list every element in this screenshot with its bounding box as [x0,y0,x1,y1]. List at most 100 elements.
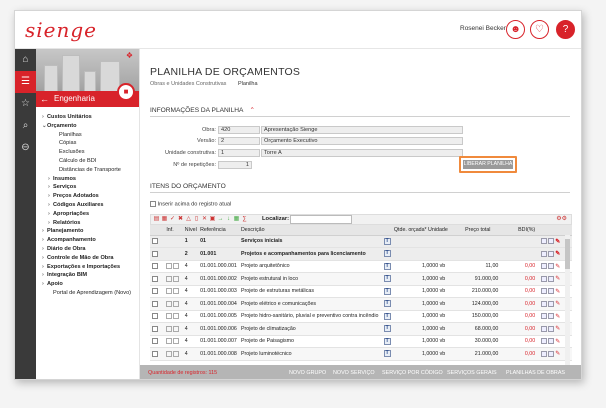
type-tag-icon[interactable]: T [383,337,391,345]
sidebar-item[interactable]: › Planejamento [42,227,139,236]
row-select-cell[interactable] [150,310,165,323]
row-checkbox[interactable] [152,338,158,345]
breadcrumb-parent[interactable]: Obras e Unidades Construtivas [150,81,226,87]
check-icon[interactable]: ✓ [169,216,176,223]
info-icon[interactable] [173,350,180,357]
sidebar-item[interactable]: ⌄Orçamento [42,122,139,131]
col-level[interactable]: Nível [182,225,199,236]
sidebar-item[interactable]: › Insumos [42,175,139,184]
sienge-logo[interactable]: sienge [25,18,97,42]
sidebar-item[interactable]: › Diário de Obra [42,245,139,254]
pencil-icon[interactable]: ✎ [555,251,560,257]
edit-icon[interactable] [541,313,548,320]
obra-code-field[interactable]: 420 [218,126,260,134]
info-icon[interactable] [173,300,180,307]
edit-icon[interactable] [541,250,548,257]
info-icon[interactable] [173,325,180,332]
info-icon[interactable] [166,288,173,295]
sidebar-item[interactable]: Portal de Aprendizagem (Novo) [42,289,139,298]
type-tag-icon[interactable]: T [383,325,391,333]
col-info[interactable]: Inf. [164,225,183,236]
tool-icon[interactable]: ∑ [241,216,248,223]
sidebar-item[interactable]: › Exportações e Importações [42,263,139,272]
works-sheets-button[interactable]: PLANILHAS DE OBRAS [506,370,565,376]
info-icon[interactable] [173,338,180,345]
row-select-cell[interactable] [150,335,165,348]
pencil-icon[interactable]: ✎ [555,326,560,332]
edit-icon[interactable] [541,325,548,332]
type-tag-icon[interactable]: T [383,312,391,320]
tool-icon[interactable]: ▣ [209,216,216,223]
row-select-cell[interactable] [150,347,165,361]
info-icon[interactable] [166,275,173,282]
copy-icon[interactable] [548,288,555,295]
versao-code-field[interactable]: 2 [218,137,260,145]
col-quantity-unit[interactable]: Qtde. orçada* Unidade [391,225,452,236]
info-icon[interactable] [166,338,173,345]
general-services-button[interactable]: SERVIÇOS GERAIS [447,370,497,376]
type-tag-icon[interactable]: T [383,250,391,258]
pencil-icon[interactable]: ✎ [555,351,560,357]
new-service-button[interactable]: NOVO SERVIÇO [333,370,375,376]
info-icon[interactable] [173,275,180,282]
find-input[interactable] [290,215,352,224]
sidebar-item[interactable]: Distâncias de Transporte [42,166,139,175]
sidebar-item[interactable]: › Preços Adotados [42,192,139,201]
copy-icon[interactable] [548,238,555,245]
help-button[interactable]: ? [556,20,575,39]
row-select-cell[interactable] [150,322,165,336]
close-icon[interactable]: ✕ [201,216,208,223]
insert-above-option[interactable]: Inserir acima do registro atual [150,201,231,207]
bell-icon[interactable]: ♡ [530,20,549,39]
sidebar-item[interactable]: › Relatórios [42,219,139,228]
tool-icon[interactable]: △ [185,216,192,223]
sidebar-item[interactable]: Planilhas [42,131,139,140]
pencil-icon[interactable]: ✎ [555,264,560,270]
info-icon[interactable] [166,313,173,320]
sidebar-item[interactable]: › Códigos Auxiliares [42,201,139,210]
user-name[interactable]: Rosenei Becker [460,25,506,32]
row-checkbox[interactable] [152,238,158,245]
col-total-price[interactable]: Preço total [451,225,503,236]
tool-icon[interactable]: ▯ [193,216,200,223]
row-select-cell[interactable] [150,247,165,261]
sidebar-item[interactable]: Cópias [42,139,139,148]
tool-icon[interactable]: ▦ [233,216,240,223]
col-reference[interactable]: Referência [198,225,239,236]
info-icon[interactable] [173,288,180,295]
back-arrow-icon[interactable]: ← [40,91,49,107]
info-icon[interactable] [173,263,180,270]
row-checkbox[interactable] [152,350,158,357]
col-bdi[interactable]: BDI(%) [502,225,540,236]
table-row[interactable]: 4 01.001.000.007 Projeto de Paisagismo T 1,0… [150,335,572,348]
edit-icon[interactable] [541,300,548,307]
search-icon[interactable]: ⌕ [15,115,36,137]
row-checkbox[interactable] [152,275,158,282]
row-checkbox[interactable] [152,300,158,307]
menu-icon[interactable]: ☰ [15,71,36,93]
sidebar-item[interactable]: › Serviços [42,183,139,192]
insert-above-checkbox[interactable] [150,201,156,207]
table-scrollbar[interactable] [565,235,570,365]
pencil-icon[interactable]: ✎ [555,276,560,282]
scrollbar-thumb[interactable] [565,239,570,269]
table-row[interactable]: 4 01.001.000.006 Projeto de climatização T 1… [150,322,572,336]
copy-icon[interactable] [548,325,555,332]
collapse-icon[interactable]: ⌃ [249,107,255,114]
info-icon[interactable] [173,313,180,320]
table-row[interactable]: 4 01.001.000.004 Projeto elétrico e comuni… [150,297,572,311]
sidebar-item[interactable]: Cálculo de BDI [42,157,139,166]
sidebar-item[interactable]: Exclusões [42,148,139,157]
col-description[interactable]: Descrição [238,225,382,236]
edit-icon[interactable] [541,288,548,295]
info-icon[interactable] [166,263,173,270]
pencil-icon[interactable]: ✎ [555,314,560,320]
pencil-icon[interactable]: ✎ [555,301,560,307]
arrow-icon[interactable]: → [217,216,224,223]
row-checkbox[interactable] [152,325,158,332]
edit-icon[interactable] [541,338,548,345]
copy-icon[interactable] [548,338,555,345]
type-tag-icon[interactable]: T [383,237,391,245]
sidebar-item[interactable]: › Acompanhamento [42,236,139,245]
edit-icon[interactable] [541,238,548,245]
